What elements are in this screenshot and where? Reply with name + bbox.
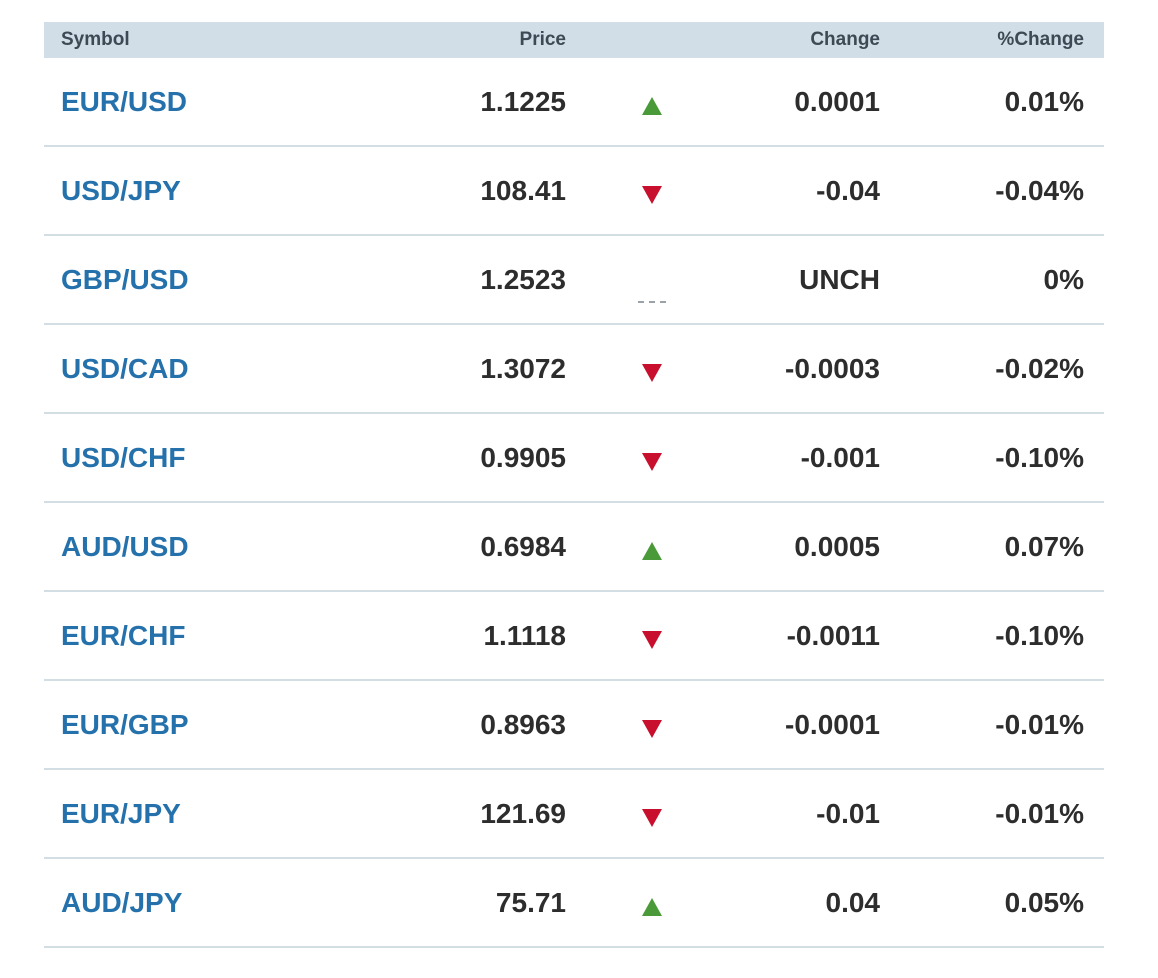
direction-indicator-cell (566, 712, 738, 738)
table-row: EUR/CHF 1.1118 -0.0011 -0.10% (44, 592, 1104, 681)
pct-change-cell: -0.01% (995, 797, 1084, 829)
change-cell: 0.0005 (794, 530, 880, 562)
direction-indicator-cell (566, 445, 738, 471)
table-row: AUD/JPY 75.71 0.04 0.05% (44, 859, 1104, 948)
symbol-cell: AUD/JPY (44, 887, 374, 919)
price-cell: 0.6984 (480, 530, 566, 562)
symbol-cell: USD/JPY (44, 175, 374, 207)
symbol-link[interactable]: AUD/USD (61, 531, 189, 562)
symbol-link[interactable]: USD/CAD (61, 353, 189, 384)
direction-indicator-cell (566, 356, 738, 382)
direction-indicator-cell (566, 801, 738, 827)
symbol-link[interactable]: EUR/GBP (61, 709, 189, 740)
column-header-symbol[interactable]: Symbol (44, 29, 374, 51)
direction-indicator-cell (566, 623, 738, 649)
table-row: EUR/JPY 121.69 -0.01 -0.01% (44, 770, 1104, 859)
symbol-cell: EUR/USD (44, 86, 374, 118)
table-header: Symbol Price Change %Change (44, 22, 1104, 58)
change-cell: 0.0001 (794, 85, 880, 117)
column-header-change[interactable]: Change (738, 29, 880, 51)
change-cell: -0.0001 (785, 708, 880, 740)
column-header-price[interactable]: Price (374, 29, 566, 51)
pct-change-cell: -0.04% (995, 174, 1084, 206)
pct-change-cell: -0.02% (995, 352, 1084, 384)
change-cell: 0.04 (825, 886, 881, 918)
up-triangle-icon (642, 897, 662, 916)
price-cell: 0.9905 (480, 441, 566, 473)
table-row: USD/JPY 108.41 -0.04 -0.04% (44, 147, 1104, 236)
pct-change-cell: 0% (1043, 263, 1084, 295)
pct-change-cell: 0.01% (1004, 85, 1084, 117)
symbol-cell: EUR/CHF (44, 620, 374, 652)
down-triangle-icon (642, 719, 662, 738)
direction-indicator-cell (566, 89, 738, 115)
symbol-cell: USD/CAD (44, 353, 374, 385)
table-row: USD/CHF 0.9905 -0.001 -0.10% (44, 414, 1104, 503)
down-triangle-icon (642, 185, 662, 204)
table-row: GBP/USD 1.2523 UNCH 0% (44, 236, 1104, 325)
symbol-link[interactable]: EUR/CHF (61, 620, 185, 651)
down-triangle-icon (642, 452, 662, 471)
table-row: AUD/USD 0.6984 0.0005 0.07% (44, 503, 1104, 592)
pct-change-cell: 0.05% (1004, 886, 1084, 918)
change-cell: -0.04 (816, 174, 880, 206)
price-cell: 108.41 (480, 174, 566, 206)
symbol-link[interactable]: GBP/USD (61, 264, 189, 295)
change-cell: -0.01 (816, 797, 880, 829)
down-triangle-icon (642, 630, 662, 649)
symbol-link[interactable]: USD/JPY (61, 175, 181, 206)
symbol-cell: EUR/GBP (44, 709, 374, 741)
direction-indicator-cell (566, 534, 738, 560)
price-cell: 1.3072 (480, 352, 566, 384)
symbol-link[interactable]: EUR/USD (61, 86, 187, 117)
pct-change-cell: -0.10% (995, 441, 1084, 473)
table-body: EUR/USD 1.1225 0.0001 0.01% USD/JPY 108.41 -0.… (44, 58, 1104, 948)
direction-indicator-cell (566, 890, 738, 916)
price-cell: 1.2523 (480, 263, 566, 295)
price-cell: 0.8963 (480, 708, 566, 740)
table-row: USD/CAD 1.3072 -0.0003 -0.02% (44, 325, 1104, 414)
up-triangle-icon (642, 96, 662, 115)
unchanged-dash-icon (638, 300, 666, 303)
pct-change-cell: 0.07% (1004, 530, 1084, 562)
price-cell: 1.1225 (480, 85, 566, 117)
change-cell: UNCH (799, 263, 880, 295)
down-triangle-icon (642, 363, 662, 382)
price-cell: 75.71 (495, 886, 566, 918)
table-row: EUR/USD 1.1225 0.0001 0.01% (44, 58, 1104, 147)
symbol-cell: AUD/USD (44, 531, 374, 563)
down-triangle-icon (642, 808, 662, 827)
symbol-link[interactable]: EUR/JPY (61, 798, 181, 829)
price-cell: 121.69 (480, 797, 566, 829)
symbol-cell: GBP/USD (44, 264, 374, 296)
symbol-cell: EUR/JPY (44, 798, 374, 830)
change-cell: -0.0011 (786, 619, 880, 651)
direction-indicator-cell (566, 257, 738, 303)
direction-indicator-cell (566, 178, 738, 204)
pct-change-cell: -0.01% (995, 708, 1084, 740)
symbol-link[interactable]: USD/CHF (61, 442, 185, 473)
change-cell: -0.0003 (785, 352, 880, 384)
change-cell: -0.001 (800, 441, 880, 473)
symbol-link[interactable]: AUD/JPY (61, 887, 182, 918)
up-triangle-icon (642, 541, 662, 560)
price-cell: 1.1118 (483, 619, 566, 651)
pct-change-cell: -0.10% (995, 619, 1084, 651)
currency-quotes-table: Symbol Price Change %Change EUR/USD 1.122… (44, 22, 1104, 948)
table-row: EUR/GBP 0.8963 -0.0001 -0.01% (44, 681, 1104, 770)
symbol-cell: USD/CHF (44, 442, 374, 474)
column-header-pct-change[interactable]: %Change (880, 29, 1084, 51)
